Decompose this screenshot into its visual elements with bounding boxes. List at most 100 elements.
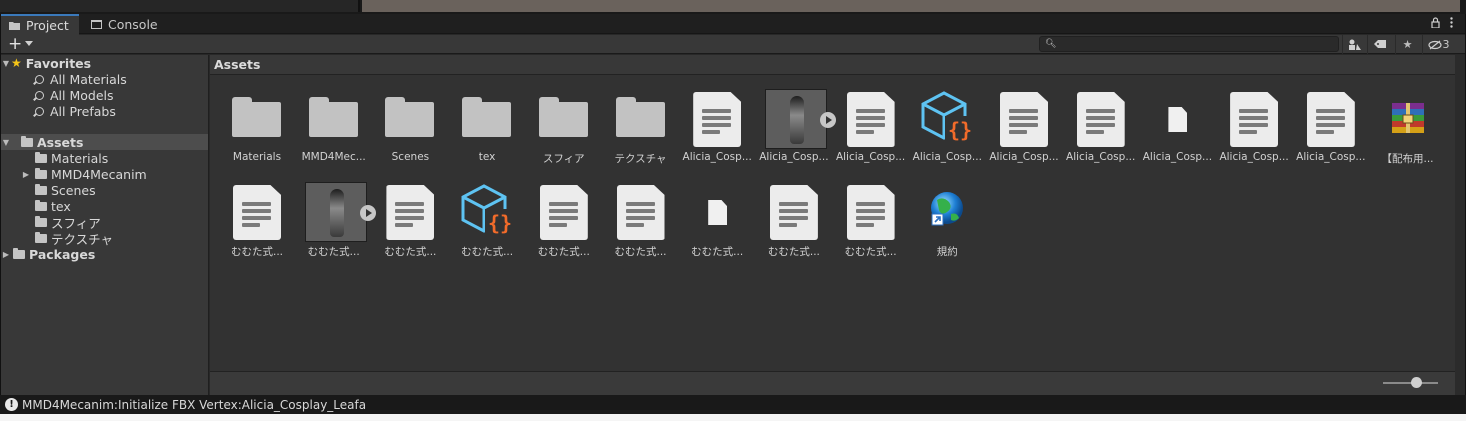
top-panel-left	[0, 0, 360, 12]
file-icon	[689, 182, 745, 238]
chevron-down-icon[interactable]: ▼	[1, 59, 11, 68]
asset-item[interactable]: Alicia_Cosp...	[1063, 76, 1139, 166]
folder-icon	[35, 151, 47, 163]
packages-label: Packages	[29, 246, 96, 262]
tree-item-mmd4mecanim[interactable]: ▶ MMD4Mecanim	[1, 166, 208, 182]
tree-item-scenes[interactable]: Scenes	[1, 182, 208, 198]
asset-item[interactable]: Scenes	[372, 76, 448, 166]
tab-bar: Project Console	[1, 14, 1465, 35]
asset-label: Alicia_Cosp...	[912, 151, 982, 163]
web-shortcut-icon	[919, 182, 975, 238]
tree-item-tex[interactable]: tex	[1, 198, 208, 214]
favorite-item-all-prefabs[interactable]: All Prefabs	[1, 103, 208, 119]
asset-label: むむた式...	[537, 246, 590, 258]
folder-icon	[229, 89, 285, 145]
asset-item[interactable]: Materials	[219, 76, 295, 166]
asset-label: Alicia_Cosp...	[1142, 151, 1213, 163]
asset-item[interactable]: Alicia_Cosp...	[1139, 76, 1215, 166]
asset-item[interactable]: Alicia_Cosp...	[1293, 76, 1369, 166]
search-by-label-button[interactable]	[1367, 35, 1391, 54]
search-by-type-button[interactable]	[1342, 35, 1366, 54]
asset-item[interactable]: MMD4Mec...	[296, 76, 372, 166]
favorite-item-all-models[interactable]: All Models	[1, 87, 208, 103]
favorites-header[interactable]: ▼ ★ Favorites	[1, 55, 208, 71]
asset-browser: Assets Materials MMD4Mec... Scenes tex スフィア テ…	[210, 55, 1455, 395]
text-file-icon	[766, 182, 822, 240]
asset-item[interactable]: むむた式...	[372, 169, 448, 259]
file-icon	[1149, 89, 1205, 145]
zoom-slider-handle[interactable]	[1410, 377, 1422, 388]
asset-item[interactable]: 【配布用...	[1370, 76, 1446, 166]
asset-item[interactable]: {} むむた式...	[449, 169, 525, 259]
folder-icon	[35, 215, 47, 227]
asset-item[interactable]: {} Alicia_Cosp...	[909, 76, 985, 166]
asset-item[interactable]: tex	[449, 76, 525, 166]
asset-label: むむた式...	[230, 246, 283, 258]
folder-icon	[35, 167, 47, 179]
archive-icon	[1380, 89, 1436, 145]
asset-label: Alicia_Cosp...	[1219, 151, 1289, 163]
asset-item[interactable]: むむた式...	[833, 169, 909, 259]
hidden-count: 3	[1442, 38, 1450, 51]
star-icon: ★	[1402, 38, 1413, 51]
asset-item[interactable]: むむた式...	[296, 169, 376, 259]
asset-item[interactable]: Alicia_Cosp...	[833, 76, 909, 166]
favorite-item-label: All Prefabs	[50, 103, 116, 119]
more-options-icon[interactable]	[1450, 17, 1453, 31]
chevron-right-icon[interactable]: ▶	[21, 170, 31, 179]
folder-icon	[13, 247, 25, 259]
favorite-item-all-materials[interactable]: All Materials	[1, 71, 208, 87]
json-cube-icon: {}	[919, 89, 976, 145]
folder-icon	[9, 22, 20, 30]
asset-item[interactable]: むむた式...	[219, 169, 295, 259]
asset-label: Alicia_Cosp...	[835, 151, 906, 163]
asset-item[interactable]: スフィア	[526, 76, 602, 166]
asset-item[interactable]: むむた式...	[756, 169, 832, 259]
project-window: Project Console + 🔍︎ ★ 3 ▼ ★ Favorites A…	[0, 14, 1466, 395]
favorites-button[interactable]: ★	[1395, 35, 1419, 54]
text-file-icon	[689, 89, 745, 147]
packages-header[interactable]: ▶ Packages	[1, 246, 208, 262]
asset-label: むむた式...	[384, 246, 437, 258]
editor-top-strip	[0, 0, 1466, 14]
folder-icon	[35, 199, 47, 211]
tab-project[interactable]: Project	[1, 14, 79, 35]
svg-text:{}: {}	[948, 118, 972, 142]
scrollbar[interactable]	[1455, 55, 1465, 395]
asset-item[interactable]: Alicia_Cosp...	[756, 76, 836, 166]
console-icon	[91, 20, 102, 29]
tab-console[interactable]: Console	[83, 14, 166, 35]
search-input[interactable]: 🔍︎	[1039, 36, 1339, 52]
favorites-label: Favorites	[25, 55, 92, 71]
asset-item[interactable]: テクスチャ	[603, 76, 679, 166]
tab-console-label: Console	[108, 17, 158, 32]
asset-item[interactable]: Alicia_Cosp...	[679, 76, 755, 166]
text-file-icon	[843, 182, 899, 240]
tree-item-materials[interactable]: Materials	[1, 150, 208, 166]
model-preview-icon	[764, 89, 836, 149]
asset-label: Alicia_Cosp...	[682, 151, 752, 163]
chevron-down-icon[interactable]: ▼	[1, 138, 11, 147]
add-button[interactable]: +	[8, 35, 22, 53]
project-tree: ▼ ★ Favorites All Materials All Models A…	[1, 55, 209, 395]
tree-item-texture[interactable]: テクスチャ	[1, 230, 208, 247]
asset-label: 【配布用...	[1381, 153, 1434, 165]
breadcrumb[interactable]: Assets	[210, 55, 1455, 75]
asset-item[interactable]: むむた式...	[603, 169, 679, 259]
hidden-packages-button[interactable]: 3	[1422, 35, 1454, 54]
chevron-right-icon[interactable]: ▶	[1, 250, 11, 259]
asset-item[interactable]: Alicia_Cosp...	[986, 76, 1062, 166]
asset-item[interactable]: むむた式...	[679, 169, 755, 259]
assets-header[interactable]: ▼ Assets	[1, 134, 208, 150]
warning-icon: !	[5, 398, 18, 411]
asset-item[interactable]: むむた式...	[526, 169, 602, 259]
chevron-down-icon[interactable]	[25, 41, 33, 46]
asset-label: Materials	[232, 151, 282, 163]
asset-item[interactable]: Alicia_Cosp...	[1216, 76, 1292, 166]
lock-icon[interactable]	[1431, 17, 1440, 31]
folder-icon	[306, 89, 362, 145]
search-icon: 🔍︎	[1045, 39, 1057, 49]
status-bar[interactable]: ! MMD4Mecanim:Initialize FBX Vertex:Alic…	[0, 395, 1466, 414]
asset-item[interactable]: 規約	[909, 169, 985, 259]
asset-label: テクスチャ	[614, 153, 667, 165]
